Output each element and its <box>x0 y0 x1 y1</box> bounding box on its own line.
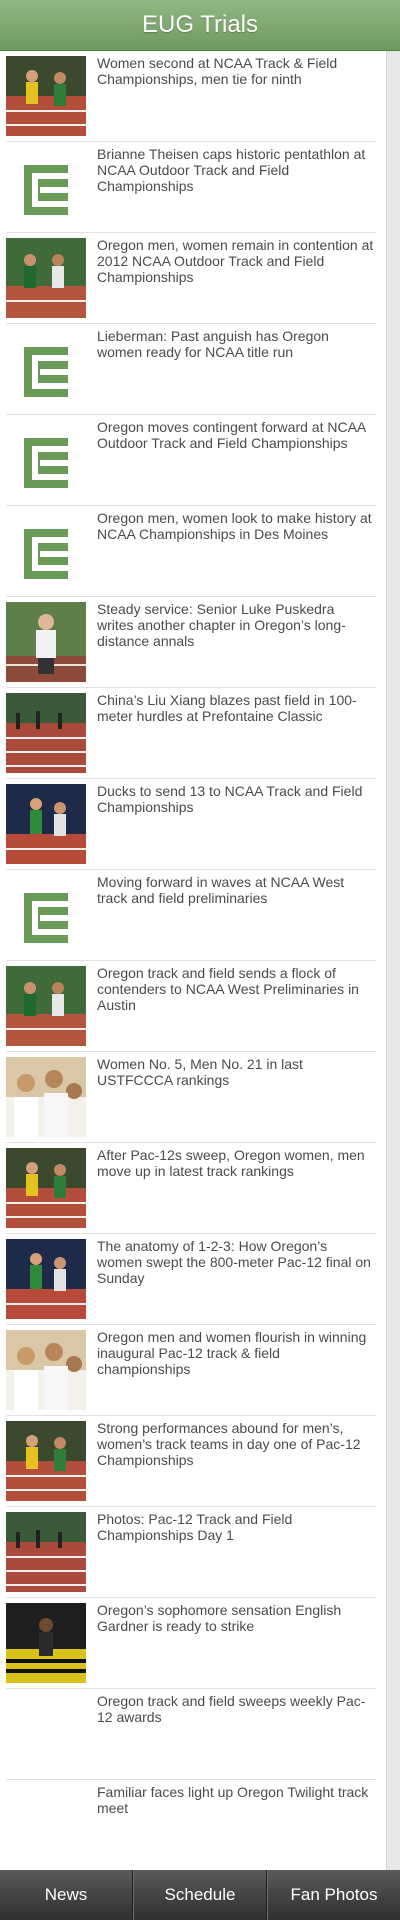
article-thumbnail <box>6 1239 86 1319</box>
article-item[interactable]: Oregon track and field sends a flock of … <box>6 961 376 1052</box>
article-headline: Oregon moves contingent forward at NCAA … <box>97 419 366 451</box>
tab-news[interactable]: News <box>0 1870 133 1920</box>
article-headline: Oregon track and field sends a flock of … <box>97 965 359 1013</box>
article-item[interactable]: Women second at NCAA Track & Field Champ… <box>6 51 376 142</box>
article-headline: Lieberman: Past anguish has Oregon women… <box>97 328 329 360</box>
article-headline: The anatomy of 1-2-3: How Oregon’s women… <box>97 1238 371 1286</box>
e-logo-icon <box>6 420 86 500</box>
e-logo-icon <box>6 511 86 591</box>
article-item[interactable]: Lieberman: Past anguish has Oregon women… <box>6 324 376 415</box>
article-thumbnail <box>6 693 86 773</box>
article-headline: Moving forward in waves at NCAA West tra… <box>97 874 345 906</box>
article-thumbnail <box>6 602 86 682</box>
app-title: EUG Trials <box>141 11 258 38</box>
article-item[interactable]: Women No. 5, Men No. 21 in last USTFCCCA… <box>6 1052 376 1143</box>
article-item[interactable]: Oregon track and field sweeps weekly Pac… <box>6 1689 376 1780</box>
article-item[interactable]: Oregon men and women flourish in winning… <box>6 1325 376 1416</box>
article-item[interactable]: China’s Liu Xiang blazes past field in 1… <box>6 688 376 779</box>
article-item[interactable]: Steady service: Senior Luke Puskedra wri… <box>6 597 376 688</box>
e-logo-icon <box>6 329 86 409</box>
article-item[interactable]: Oregon men, women look to make history a… <box>6 506 376 597</box>
news-list[interactable]: Women second at NCAA Track & Field Champ… <box>0 51 386 1870</box>
article-thumbnail <box>6 56 86 136</box>
article-item[interactable]: Familiar faces light up Oregon Twilight … <box>6 1780 376 1870</box>
article-item[interactable]: Photos: Pac-12 Track and Field Champions… <box>6 1507 376 1598</box>
article-item[interactable]: After Pac-12s sweep, Oregon women, men m… <box>6 1143 376 1234</box>
article-item[interactable]: Oregon men, women remain in contention a… <box>6 233 376 324</box>
article-thumbnail <box>6 1421 86 1501</box>
article-thumbnail <box>6 1603 86 1683</box>
article-item[interactable]: Oregon’s sophomore sensation English Gar… <box>6 1598 376 1689</box>
article-thumbnail <box>6 1512 86 1592</box>
article-item[interactable]: Strong performances abound for men’s, wo… <box>6 1416 376 1507</box>
e-logo-icon <box>6 147 86 227</box>
article-headline: Steady service: Senior Luke Puskedra wri… <box>97 601 346 649</box>
article-thumbnail-empty <box>6 1694 86 1774</box>
article-item[interactable]: Oregon moves contingent forward at NCAA … <box>6 415 376 506</box>
app-header: EUG Trials <box>0 0 400 51</box>
tab-fan-photos[interactable]: Fan Photos <box>267 1870 400 1920</box>
article-headline: Women second at NCAA Track & Field Champ… <box>97 55 338 87</box>
article-thumbnail-empty <box>6 1785 86 1865</box>
article-headline: Strong performances abound for men’s, wo… <box>97 1420 361 1468</box>
article-item[interactable]: Brianne Theisen caps historic pentathlon… <box>6 142 376 233</box>
article-headline: Familiar faces light up Oregon Twilight … <box>97 1784 369 1816</box>
article-thumbnail <box>6 1148 86 1228</box>
article-headline: Oregon’s sophomore sensation English Gar… <box>97 1602 342 1634</box>
article-headline: Ducks to send 13 to NCAA Track and Field… <box>97 783 363 815</box>
article-item[interactable]: Ducks to send 13 to NCAA Track and Field… <box>6 779 376 870</box>
article-thumbnail <box>6 1330 86 1410</box>
article-thumbnail <box>6 1057 86 1137</box>
article-item[interactable]: The anatomy of 1-2-3: How Oregon’s women… <box>6 1234 376 1325</box>
article-thumbnail <box>6 238 86 318</box>
article-item[interactable]: Moving forward in waves at NCAA West tra… <box>6 870 376 961</box>
tab-schedule[interactable]: Schedule <box>133 1870 267 1920</box>
article-headline: Brianne Theisen caps historic pentathlon… <box>97 146 366 194</box>
article-headline: China’s Liu Xiang blazes past field in 1… <box>97 692 357 724</box>
article-headline: Photos: Pac-12 Track and Field Champions… <box>97 1511 293 1543</box>
article-headline: Oregon men, women remain in contention a… <box>97 237 374 285</box>
article-headline: Oregon track and field sweeps weekly Pac… <box>97 1693 366 1725</box>
article-headline: Oregon men, women look to make history a… <box>97 510 372 542</box>
article-headline: Women No. 5, Men No. 21 in last USTFCCCA… <box>97 1056 303 1088</box>
article-thumbnail <box>6 784 86 864</box>
article-thumbnail <box>6 966 86 1046</box>
article-headline: After Pac-12s sweep, Oregon women, men m… <box>97 1147 365 1179</box>
tab-bar: News Schedule Fan Photos <box>0 1870 400 1920</box>
article-headline: Oregon men and women flourish in winning… <box>97 1329 367 1377</box>
e-logo-icon <box>6 875 86 955</box>
scrollbar[interactable] <box>386 51 400 1870</box>
